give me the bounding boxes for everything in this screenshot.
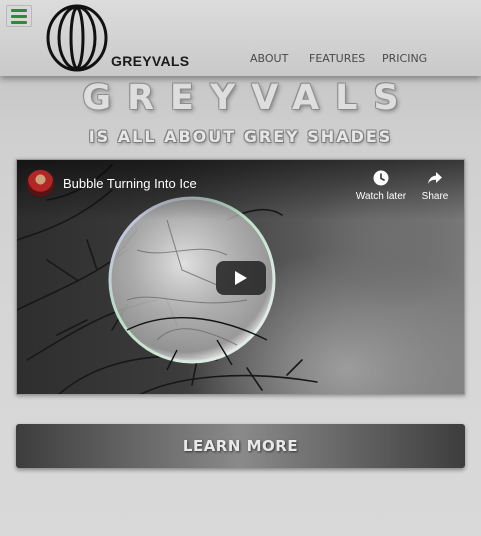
play-icon <box>235 271 247 285</box>
share-label: Share <box>421 191 449 202</box>
menu-bar-icon <box>11 20 27 24</box>
share-arrow-icon <box>428 172 442 184</box>
learn-more-button[interactable]: LEARN MORE <box>16 424 465 468</box>
hero-title: GREYVALS <box>82 78 415 118</box>
hero-subtitle: IS ALL ABOUT GREY SHADES <box>88 127 393 146</box>
watch-later-label: Watch later <box>355 191 407 202</box>
video-title[interactable]: Bubble Turning Into Ice <box>63 176 197 191</box>
menu-bar-icon <box>11 14 27 18</box>
menu-bar-icon <box>11 8 27 12</box>
share-button[interactable]: Share <box>417 170 453 202</box>
site-header: GREYVALS ABOUT FEATURES PRICING <box>0 0 481 76</box>
hamburger-menu-button[interactable] <box>6 5 32 27</box>
clock-icon <box>373 170 389 186</box>
watch-later-button[interactable]: Watch later <box>353 170 409 202</box>
nav-link-features[interactable]: FEATURES <box>309 52 365 65</box>
video-player[interactable]: Bubble Turning Into Ice Watch later Shar… <box>16 159 465 395</box>
play-button[interactable] <box>216 261 266 295</box>
main-nav: ABOUT FEATURES PRICING <box>0 52 481 66</box>
nav-link-pricing[interactable]: PRICING <box>382 52 427 65</box>
nav-link-about[interactable]: ABOUT <box>250 52 288 65</box>
channel-avatar[interactable] <box>26 169 55 198</box>
